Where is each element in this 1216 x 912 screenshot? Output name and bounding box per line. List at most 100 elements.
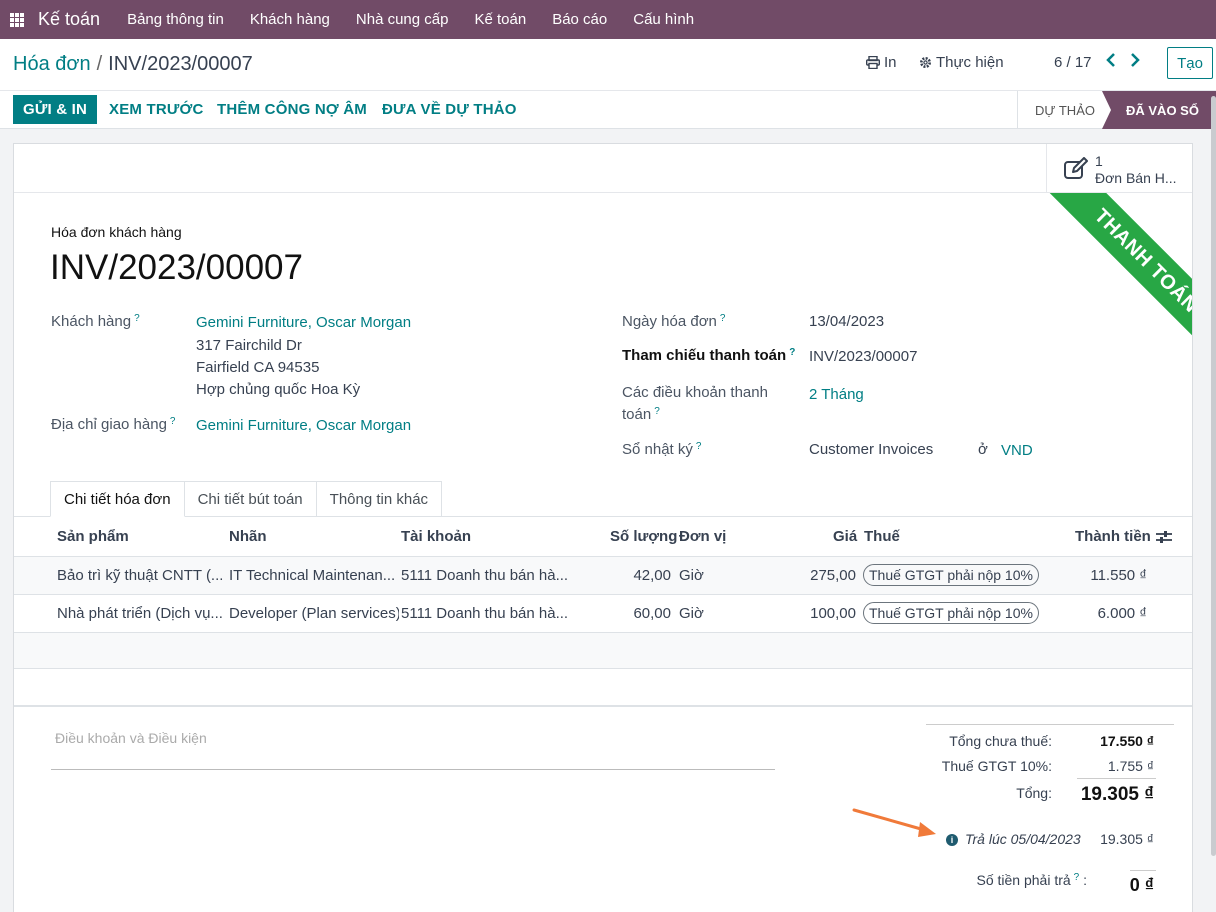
col-tax[interactable]: Thuế: [864, 528, 900, 545]
print-button[interactable]: In: [866, 54, 897, 71]
amount-due-divider: [1130, 870, 1156, 871]
col-subtotal[interactable]: Thành tiền: [1075, 528, 1151, 545]
cell-account[interactable]: 5111 Doanh thu bán hà...: [401, 605, 601, 622]
pager-value[interactable]: 6 / 17: [1054, 54, 1092, 71]
payment-terms-label-line2: toán?: [622, 406, 660, 423]
total-label: Tổng:: [1016, 785, 1052, 801]
help-icon[interactable]: ?: [789, 347, 795, 358]
tab-other-info[interactable]: Thông tin khác: [315, 481, 443, 517]
print-label: In: [884, 54, 897, 71]
col-label[interactable]: Nhãn: [229, 528, 267, 545]
help-icon[interactable]: ?: [696, 441, 702, 452]
main-menu: Bảng thông tin Khách hàng Nhà cung cấp K…: [114, 11, 707, 28]
address-line-2: Fairfield CA 94535: [196, 359, 320, 376]
tax-badge[interactable]: Thuế GTGT phải nộp 10%: [863, 602, 1039, 624]
menu-vendors[interactable]: Nhà cung cấp: [343, 11, 462, 28]
breadcrumb-separator: /: [96, 53, 103, 75]
table-row[interactable]: Bảo trì kỹ thuật CNTT (... IT Technical …: [14, 557, 1192, 595]
pager-next-icon[interactable]: [1129, 52, 1145, 72]
tax-amount-label: Thuế GTGT 10%:: [941, 758, 1052, 774]
menu-configuration[interactable]: Cấu hình: [620, 11, 707, 28]
tax-badge[interactable]: Thuế GTGT phải nộp 10%: [863, 564, 1039, 586]
empty-table-row[interactable]: [14, 669, 1192, 706]
col-product[interactable]: Sản phẩm: [57, 528, 129, 545]
smart-button-box: 1 Đơn Bán H...: [14, 144, 1192, 193]
col-account[interactable]: Tài khoản: [401, 528, 471, 545]
invoice-date-field[interactable]: 13/04/2023: [809, 313, 884, 330]
cell-account[interactable]: 5111 Doanh thu bán hà...: [401, 567, 601, 584]
create-button[interactable]: Tạo: [1167, 47, 1213, 79]
menu-reporting[interactable]: Báo cáo: [539, 11, 620, 28]
pager-previous-icon[interactable]: [1105, 52, 1121, 72]
customer-field[interactable]: Gemini Furniture, Oscar Morgan: [196, 314, 411, 331]
untaxed-amount-label: Tổng chưa thuế:: [949, 733, 1052, 749]
reset-to-draft-button[interactable]: ĐƯA VỀ DỰ THẢO: [372, 95, 527, 124]
smart-button-count: 1: [1095, 153, 1103, 169]
table-footer-divider: [14, 706, 1192, 707]
empty-table-row[interactable]: [14, 633, 1192, 669]
total-value: 19.305 ₫: [1080, 784, 1154, 805]
optional-columns-icon[interactable]: [1155, 529, 1173, 545]
cell-subtotal: 6.000 ₫: [1097, 605, 1147, 622]
tab-journal-items[interactable]: Chi tiết bút toán: [183, 481, 317, 517]
status-bar: GỬI & IN XEM TRƯỚC THÊM CÔNG NỢ ÂM ĐƯA V…: [0, 91, 1216, 129]
help-icon[interactable]: ?: [654, 406, 660, 417]
breadcrumb-current: INV/2023/00007: [108, 53, 253, 75]
journal-field[interactable]: Customer Invoices: [809, 441, 933, 458]
form-sheet: 1 Đơn Bán H... THANH TOÁN Hóa đơn khách …: [13, 143, 1193, 912]
app-name[interactable]: Kế toán: [38, 9, 100, 30]
preview-button[interactable]: XEM TRƯỚC: [99, 95, 214, 124]
payment-terms-label-line1: Các điều khoản thanh: [622, 384, 768, 401]
delivery-address-label: Địa chỉ giao hàng?: [51, 416, 176, 433]
payment-terms-field[interactable]: 2 Tháng: [809, 386, 864, 403]
amount-due-label: Số tiền phải trả? :: [976, 872, 1087, 888]
terms-conditions-input[interactable]: Điều khoản và Điều kiện: [51, 730, 775, 770]
sale-orders-smart-button[interactable]: 1 Đơn Bán H...: [1046, 144, 1192, 193]
top-navbar: Kế toán Bảng thông tin Khách hàng Nhà cu…: [0, 0, 1216, 39]
journal-label: Sổ nhật ký?: [622, 441, 702, 458]
breadcrumb-invoices-link[interactable]: Hóa đơn: [13, 53, 91, 75]
cell-subtotal: 11.550 ₫: [1090, 567, 1147, 584]
payment-reference-field[interactable]: INV/2023/00007: [809, 348, 917, 365]
menu-accounting[interactable]: Kế toán: [461, 11, 539, 28]
cell-quantity[interactable]: 60,00: [604, 605, 671, 622]
action-button[interactable]: Thực hiện: [919, 54, 1004, 71]
col-quantity[interactable]: Số lượng: [610, 528, 677, 545]
cell-uom[interactable]: Giờ: [679, 605, 704, 622]
cell-product[interactable]: Nhà phát triển (Dịch vụ...: [57, 605, 222, 622]
cell-price[interactable]: 100,00: [784, 605, 856, 622]
help-icon[interactable]: ?: [134, 313, 140, 324]
cell-label[interactable]: Developer (Plan services): [229, 605, 399, 622]
annotation-arrow-icon: [852, 808, 936, 837]
address-line-1: 317 Fairchild Dr: [196, 337, 302, 354]
menu-customers[interactable]: Khách hàng: [237, 11, 343, 28]
cell-price[interactable]: 275,00: [784, 567, 856, 584]
cell-uom[interactable]: Giờ: [679, 567, 704, 584]
stage-draft[interactable]: DỰ THẢO: [1017, 91, 1109, 129]
col-price[interactable]: Giá: [833, 528, 857, 545]
apps-menu-icon[interactable]: [0, 0, 34, 39]
document-title: INV/2023/00007: [50, 248, 303, 287]
address-line-3: Hợp chủng quốc Hoa Kỳ: [196, 381, 361, 398]
table-row[interactable]: Nhà phát triển (Dịch vụ... Developer (Pl…: [14, 595, 1192, 633]
add-credit-note-button[interactable]: THÊM CÔNG NỢ ÂM: [207, 95, 377, 124]
payment-info-icon[interactable]: i: [946, 834, 958, 846]
stage-posted[interactable]: ĐÃ VÀO SỔ: [1102, 91, 1216, 129]
delivery-address-field[interactable]: Gemini Furniture, Oscar Morgan: [196, 417, 411, 434]
menu-dashboard[interactable]: Bảng thông tin: [114, 11, 237, 28]
help-icon[interactable]: ?: [720, 313, 726, 324]
send-print-button[interactable]: GỬI & IN: [13, 95, 98, 124]
cell-quantity[interactable]: 42,00: [604, 567, 671, 584]
ribbon-text: THANH TOÁN: [1047, 193, 1192, 360]
invoice-lines-header: Sản phẩm Nhãn Tài khoản Số lượng Đơn vị …: [14, 517, 1192, 557]
col-uom[interactable]: Đơn vị: [679, 528, 726, 545]
tab-invoice-lines[interactable]: Chi tiết hóa đơn: [50, 481, 185, 517]
currency-field[interactable]: VND: [1001, 442, 1033, 459]
gear-icon: [920, 57, 931, 68]
help-icon[interactable]: ?: [170, 416, 176, 427]
cell-product[interactable]: Bảo trì kỹ thuật CNTT (...: [57, 567, 222, 584]
help-icon[interactable]: ?: [1074, 872, 1080, 883]
document-type: Hóa đơn khách hàng: [51, 224, 182, 240]
page-scrollbar[interactable]: [1211, 96, 1216, 856]
cell-label[interactable]: IT Technical Maintenan...: [229, 567, 397, 584]
